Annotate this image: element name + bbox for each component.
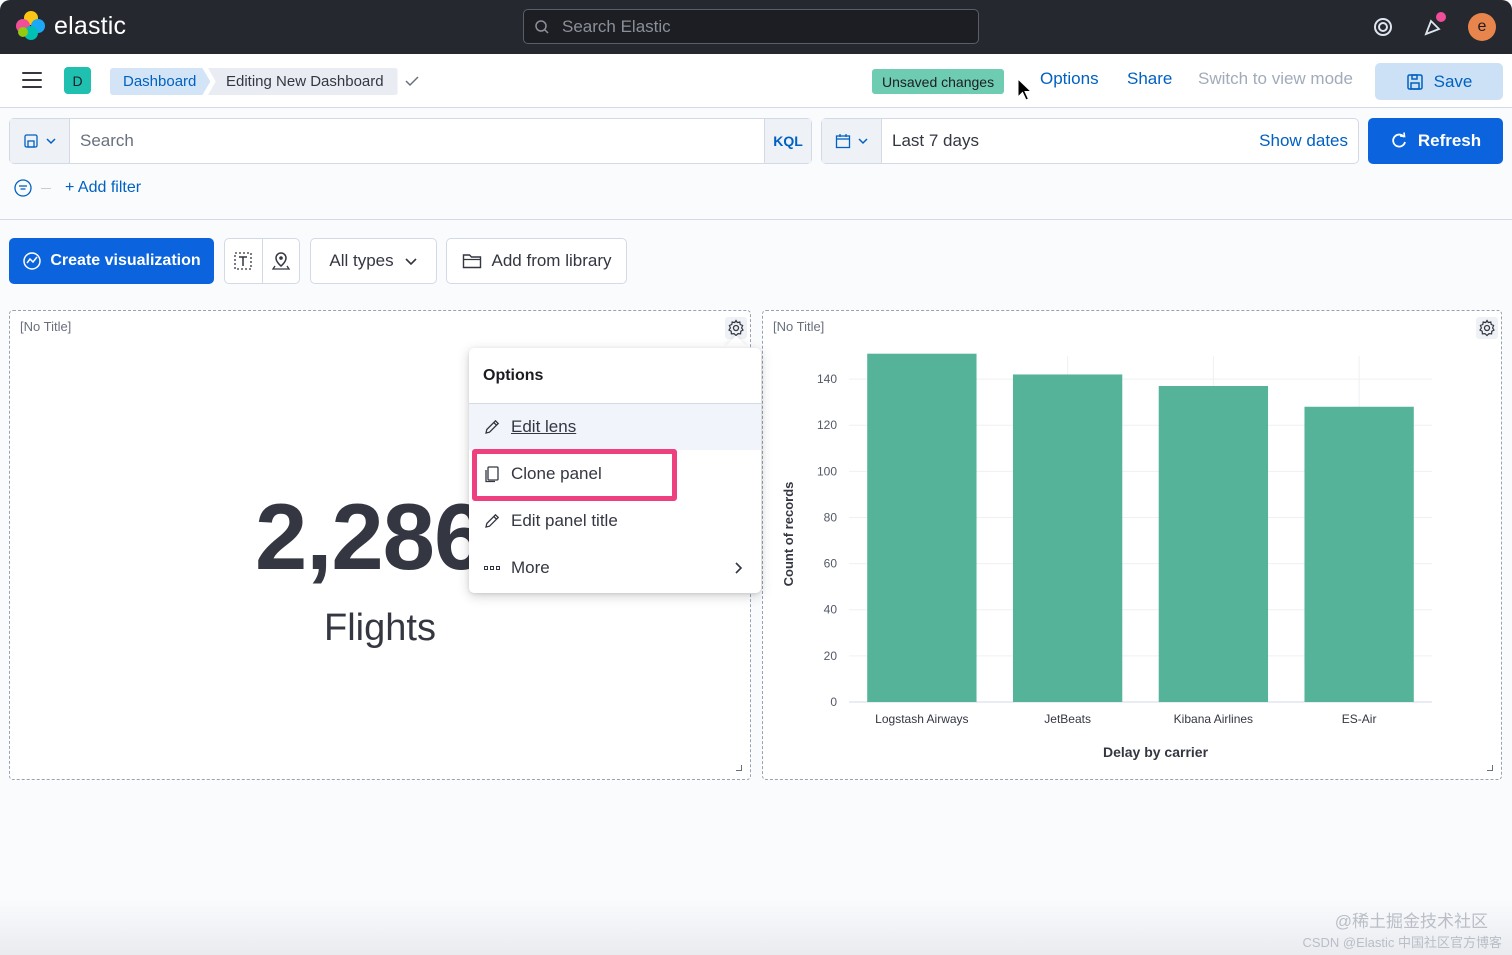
refresh-icon xyxy=(1392,132,1406,148)
panel-title: [No Title] xyxy=(20,319,72,334)
notification-dot xyxy=(1436,12,1446,22)
brand-name: elastic xyxy=(54,11,127,40)
edit-lens-label: Edit lens xyxy=(511,417,577,436)
x-tick-label: Kibana Airlines xyxy=(1174,712,1253,726)
switch-to-view-mode-link[interactable]: Switch to view mode xyxy=(1198,69,1353,89)
edit-lens-menu-item[interactable]: Edit lens xyxy=(469,404,761,450)
watermark-juejin: @稀土掘金技术社区 xyxy=(1334,912,1488,931)
clone-panel-highlight xyxy=(472,449,677,501)
query-bar: Search KQL xyxy=(9,118,812,164)
y-axis-title: Count of records xyxy=(781,482,796,587)
pencil-icon xyxy=(485,419,500,434)
bar xyxy=(1012,374,1123,702)
maps-panel-button[interactable] xyxy=(263,239,300,283)
ellipsis-icon xyxy=(484,566,500,570)
popover-title: Options xyxy=(483,367,544,384)
bar-chart: 0 20 40 60 80 100 120 140 Logstash Airways JetBea… xyxy=(781,353,1432,760)
more-label: More xyxy=(511,558,550,577)
create-visualization-label: Create visualization xyxy=(50,252,201,269)
user-avatar[interactable]: e xyxy=(1468,13,1496,41)
y-tick-label: 20 xyxy=(824,649,838,663)
refresh-label: Refresh xyxy=(1417,131,1482,150)
text-panel-button[interactable] xyxy=(225,239,263,283)
elastic-logo-icon xyxy=(16,11,46,41)
query-search-input[interactable]: Search xyxy=(70,119,764,163)
folder-icon xyxy=(462,254,481,269)
check-icon[interactable] xyxy=(403,72,421,90)
filter-divider xyxy=(41,187,51,189)
y-tick-label: 120 xyxy=(817,418,837,432)
quick-date-menu[interactable] xyxy=(822,119,882,163)
create-visualization-button[interactable]: Create visualization xyxy=(9,238,214,284)
menu-icon[interactable] xyxy=(22,72,42,88)
app-navbar: D Dashboard Editing New Dashboard Unsave… xyxy=(0,54,1512,108)
save-label: Save xyxy=(1433,71,1473,91)
show-dates-link[interactable]: Show dates xyxy=(1259,119,1358,163)
pencil-icon xyxy=(485,513,500,528)
elastic-logo[interactable]: elastic xyxy=(16,11,126,41)
metric-value: 2,286 xyxy=(255,484,486,589)
x-tick-label: ES-Air xyxy=(1342,712,1377,726)
add-filter-link[interactable]: + Add filter xyxy=(65,179,141,197)
bottom-shade xyxy=(0,900,1512,955)
more-menu-item[interactable]: More xyxy=(469,545,761,591)
y-tick-label: 0 xyxy=(830,695,837,709)
x-axis-title: Delay by carrier xyxy=(1103,744,1209,760)
saved-query-menu[interactable] xyxy=(10,119,70,163)
global-search-placeholder: Search Elastic xyxy=(562,16,671,36)
y-tick-label: 100 xyxy=(817,464,837,478)
query-language-toggle[interactable]: KQL xyxy=(764,119,811,163)
global-header: elastic Search Elastic e xyxy=(0,0,1512,54)
date-range-text[interactable]: Last 7 days xyxy=(882,119,1259,163)
breadcrumb-dashboard[interactable]: Dashboard xyxy=(110,68,211,95)
y-tick-label: 60 xyxy=(824,557,838,571)
add-from-library-button[interactable]: Add from library xyxy=(446,238,627,284)
bar xyxy=(1304,406,1414,702)
calendar-icon xyxy=(835,134,850,149)
filter-row: + Add filter xyxy=(13,178,141,198)
all-types-label: All types xyxy=(329,251,394,270)
bar xyxy=(1158,385,1269,702)
space-avatar[interactable]: D xyxy=(64,67,91,94)
breadcrumb-current: Editing New Dashboard xyxy=(208,68,398,95)
add-from-library-label: Add from library xyxy=(491,251,612,270)
filter-icon[interactable] xyxy=(13,178,33,198)
y-tick-label: 40 xyxy=(824,603,838,617)
refresh-button[interactable]: Refresh xyxy=(1368,118,1503,164)
edit-panel-title-menu-item[interactable]: Edit panel title xyxy=(469,498,761,544)
share-link[interactable]: Share xyxy=(1127,69,1172,89)
chevron-down-icon xyxy=(857,138,868,145)
x-tick-label: Logstash Airways xyxy=(875,712,968,726)
y-tick-label: 80 xyxy=(824,510,838,524)
header-divider xyxy=(0,219,1512,220)
map-marker-icon xyxy=(271,252,290,270)
watermark-csdn: CSDN @Elastic 中国社区官方博客 xyxy=(1302,935,1502,950)
chevron-down-icon xyxy=(405,258,417,266)
saved-query-icon xyxy=(23,134,38,148)
y-tick-label: 140 xyxy=(817,372,837,386)
x-tick-label: JetBeats xyxy=(1044,712,1091,726)
text-icon xyxy=(234,252,252,270)
news-feed-icon[interactable] xyxy=(1418,12,1448,42)
mouse-cursor-icon xyxy=(1017,78,1033,101)
chevron-down-icon xyxy=(45,138,56,145)
save-icon xyxy=(1406,73,1423,90)
resize-handle[interactable] xyxy=(736,765,742,771)
bar xyxy=(867,353,977,702)
save-button[interactable]: Save xyxy=(1375,63,1503,100)
search-icon xyxy=(535,19,549,34)
options-link[interactable]: Options xyxy=(1040,69,1099,89)
global-search-input[interactable]: Search Elastic xyxy=(523,9,979,44)
visualize-icon xyxy=(23,252,42,270)
chevron-right-icon xyxy=(735,562,743,574)
help-icon[interactable] xyxy=(1368,12,1398,42)
metric-label: Flights xyxy=(324,607,436,649)
edit-panel-title-label: Edit panel title xyxy=(511,511,618,530)
quick-add-group xyxy=(224,238,300,284)
all-types-button[interactable]: All types xyxy=(310,238,437,284)
date-picker: Last 7 days Show dates xyxy=(821,118,1359,164)
unsaved-changes-badge: Unsaved changes xyxy=(872,69,1005,94)
